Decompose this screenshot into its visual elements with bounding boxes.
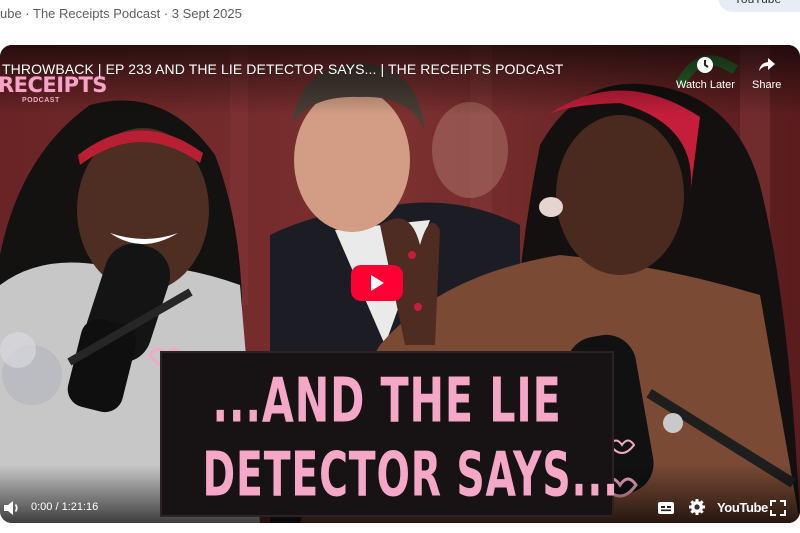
settings-button[interactable] xyxy=(688,498,706,521)
clock-icon xyxy=(697,57,714,73)
gear-icon xyxy=(689,499,705,515)
video-meta-line: ube · The Receipts Podcast · 3 Sept 2025 xyxy=(0,6,242,21)
video-player[interactable]: RECEIPTS PODCAST THROWBACK | EP 233 AND … xyxy=(0,45,800,523)
channel-logo-sub: PODCAST xyxy=(22,97,60,104)
video-title[interactable]: THROWBACK | EP 233 AND THE LIE DETECTOR … xyxy=(2,61,563,77)
youtube-chip[interactable]: YouTube xyxy=(718,0,800,12)
youtube-logo-button[interactable]: YouTube xyxy=(717,500,768,515)
volume-button[interactable] xyxy=(2,499,20,522)
play-icon xyxy=(371,275,384,291)
share-button[interactable]: Share xyxy=(752,55,781,91)
captions-button[interactable] xyxy=(657,501,675,520)
banner-line-1: ...AND THE LIE xyxy=(212,365,562,437)
time-display: 0:00 / 1:21:16 xyxy=(31,501,99,513)
volume-icon xyxy=(4,501,18,515)
fullscreen-icon xyxy=(770,500,786,516)
watch-later-label: Watch Later xyxy=(676,79,735,91)
captions-icon xyxy=(658,502,674,514)
player-controls: 0:00 / 1:21:16 YouTube xyxy=(0,493,800,523)
watch-later-button[interactable]: Watch Later xyxy=(676,55,735,91)
fullscreen-button[interactable] xyxy=(769,499,787,522)
share-arrow-icon xyxy=(758,58,775,71)
play-button[interactable] xyxy=(351,265,403,301)
share-label: Share xyxy=(752,79,782,91)
